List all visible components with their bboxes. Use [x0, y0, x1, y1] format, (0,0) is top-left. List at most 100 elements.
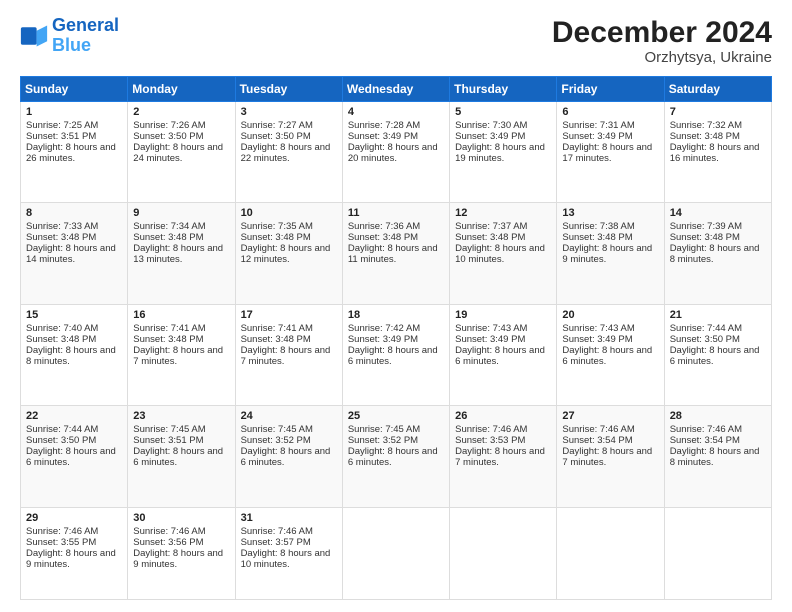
daylight-label: Daylight: 8 hours and 8 minutes.	[670, 446, 760, 468]
daylight-label: Daylight: 8 hours and 8 minutes.	[670, 243, 760, 265]
sunset-label: Sunset: 3:50 PM	[26, 435, 96, 446]
day-number: 2	[133, 106, 229, 118]
sunrise-label: Sunrise: 7:30 AM	[455, 120, 527, 131]
sunrise-label: Sunrise: 7:32 AM	[670, 120, 742, 131]
daylight-label: Daylight: 8 hours and 6 minutes.	[348, 345, 438, 367]
daylight-label: Daylight: 8 hours and 12 minutes.	[241, 243, 331, 265]
col-friday: Friday	[557, 77, 664, 102]
day-number: 4	[348, 106, 444, 118]
sunrise-label: Sunrise: 7:40 AM	[26, 323, 98, 334]
col-tuesday: Tuesday	[235, 77, 342, 102]
daylight-label: Daylight: 8 hours and 9 minutes.	[562, 243, 652, 265]
sunset-label: Sunset: 3:48 PM	[133, 232, 203, 243]
day-number: 15	[26, 309, 122, 321]
sunset-label: Sunset: 3:49 PM	[348, 131, 418, 142]
day-number: 9	[133, 207, 229, 219]
day-number: 6	[562, 106, 658, 118]
daylight-label: Daylight: 8 hours and 7 minutes.	[241, 345, 331, 367]
sunrise-label: Sunrise: 7:34 AM	[133, 221, 205, 232]
table-row	[342, 507, 449, 599]
daylight-label: Daylight: 8 hours and 8 minutes.	[26, 345, 116, 367]
table-row: 23 Sunrise: 7:45 AM Sunset: 3:51 PM Dayl…	[128, 406, 235, 507]
sunrise-label: Sunrise: 7:43 AM	[562, 323, 634, 334]
table-row	[664, 507, 771, 599]
daylight-label: Daylight: 8 hours and 22 minutes.	[241, 142, 331, 164]
sunset-label: Sunset: 3:52 PM	[241, 435, 311, 446]
daylight-label: Daylight: 8 hours and 7 minutes.	[562, 446, 652, 468]
day-number: 23	[133, 410, 229, 422]
day-number: 28	[670, 410, 766, 422]
sunset-label: Sunset: 3:52 PM	[348, 435, 418, 446]
sunrise-label: Sunrise: 7:37 AM	[455, 221, 527, 232]
day-number: 24	[241, 410, 337, 422]
day-number: 3	[241, 106, 337, 118]
table-row: 7 Sunrise: 7:32 AM Sunset: 3:48 PM Dayli…	[664, 102, 771, 203]
day-number: 5	[455, 106, 551, 118]
sunrise-label: Sunrise: 7:45 AM	[133, 424, 205, 435]
daylight-label: Daylight: 8 hours and 6 minutes.	[241, 446, 331, 468]
table-row: 16 Sunrise: 7:41 AM Sunset: 3:48 PM Dayl…	[128, 304, 235, 405]
day-number: 8	[26, 207, 122, 219]
table-row: 28 Sunrise: 7:46 AM Sunset: 3:54 PM Dayl…	[664, 406, 771, 507]
table-row: 25 Sunrise: 7:45 AM Sunset: 3:52 PM Dayl…	[342, 406, 449, 507]
header: General Blue December 2024 Orzhytsya, Uk…	[20, 16, 772, 66]
day-number: 31	[241, 512, 337, 524]
day-number: 30	[133, 512, 229, 524]
sunrise-label: Sunrise: 7:46 AM	[241, 526, 313, 537]
daylight-label: Daylight: 8 hours and 6 minutes.	[26, 446, 116, 468]
table-row: 26 Sunrise: 7:46 AM Sunset: 3:53 PM Dayl…	[450, 406, 557, 507]
day-number: 13	[562, 207, 658, 219]
calendar-week-row: 8 Sunrise: 7:33 AM Sunset: 3:48 PM Dayli…	[21, 203, 772, 304]
daylight-label: Daylight: 8 hours and 6 minutes.	[348, 446, 438, 468]
table-row: 10 Sunrise: 7:35 AM Sunset: 3:48 PM Dayl…	[235, 203, 342, 304]
calendar-header-row: Sunday Monday Tuesday Wednesday Thursday…	[21, 77, 772, 102]
calendar-week-row: 1 Sunrise: 7:25 AM Sunset: 3:51 PM Dayli…	[21, 102, 772, 203]
daylight-label: Daylight: 8 hours and 16 minutes.	[670, 142, 760, 164]
table-row: 31 Sunrise: 7:46 AM Sunset: 3:57 PM Dayl…	[235, 507, 342, 599]
calendar-table: Sunday Monday Tuesday Wednesday Thursday…	[20, 76, 772, 600]
sunset-label: Sunset: 3:50 PM	[670, 334, 740, 345]
day-number: 7	[670, 106, 766, 118]
daylight-label: Daylight: 8 hours and 13 minutes.	[133, 243, 223, 265]
table-row: 9 Sunrise: 7:34 AM Sunset: 3:48 PM Dayli…	[128, 203, 235, 304]
daylight-label: Daylight: 8 hours and 24 minutes.	[133, 142, 223, 164]
day-number: 16	[133, 309, 229, 321]
day-number: 17	[241, 309, 337, 321]
sunset-label: Sunset: 3:48 PM	[670, 131, 740, 142]
sunrise-label: Sunrise: 7:45 AM	[348, 424, 420, 435]
day-number: 21	[670, 309, 766, 321]
sunrise-label: Sunrise: 7:41 AM	[133, 323, 205, 334]
sunrise-label: Sunrise: 7:35 AM	[241, 221, 313, 232]
sunset-label: Sunset: 3:49 PM	[348, 334, 418, 345]
sunrise-label: Sunrise: 7:27 AM	[241, 120, 313, 131]
day-number: 10	[241, 207, 337, 219]
day-number: 18	[348, 309, 444, 321]
sunrise-label: Sunrise: 7:46 AM	[670, 424, 742, 435]
logo-icon	[20, 22, 48, 50]
sunrise-label: Sunrise: 7:44 AM	[26, 424, 98, 435]
day-number: 1	[26, 106, 122, 118]
day-number: 29	[26, 512, 122, 524]
daylight-label: Daylight: 8 hours and 14 minutes.	[26, 243, 116, 265]
daylight-label: Daylight: 8 hours and 11 minutes.	[348, 243, 438, 265]
calendar-week-row: 15 Sunrise: 7:40 AM Sunset: 3:48 PM Dayl…	[21, 304, 772, 405]
sunset-label: Sunset: 3:48 PM	[241, 232, 311, 243]
sunrise-label: Sunrise: 7:42 AM	[348, 323, 420, 334]
daylight-label: Daylight: 8 hours and 10 minutes.	[455, 243, 545, 265]
sunset-label: Sunset: 3:56 PM	[133, 537, 203, 548]
sunrise-label: Sunrise: 7:26 AM	[133, 120, 205, 131]
sunrise-label: Sunrise: 7:36 AM	[348, 221, 420, 232]
sunset-label: Sunset: 3:51 PM	[133, 435, 203, 446]
title-block: December 2024 Orzhytsya, Ukraine	[552, 16, 772, 66]
sunset-label: Sunset: 3:48 PM	[562, 232, 632, 243]
sunset-label: Sunset: 3:54 PM	[670, 435, 740, 446]
sunset-label: Sunset: 3:48 PM	[241, 334, 311, 345]
sunrise-label: Sunrise: 7:43 AM	[455, 323, 527, 334]
table-row: 27 Sunrise: 7:46 AM Sunset: 3:54 PM Dayl…	[557, 406, 664, 507]
table-row: 29 Sunrise: 7:46 AM Sunset: 3:55 PM Dayl…	[21, 507, 128, 599]
sunset-label: Sunset: 3:49 PM	[455, 334, 525, 345]
table-row: 3 Sunrise: 7:27 AM Sunset: 3:50 PM Dayli…	[235, 102, 342, 203]
table-row: 13 Sunrise: 7:38 AM Sunset: 3:48 PM Dayl…	[557, 203, 664, 304]
sunset-label: Sunset: 3:50 PM	[133, 131, 203, 142]
day-number: 27	[562, 410, 658, 422]
